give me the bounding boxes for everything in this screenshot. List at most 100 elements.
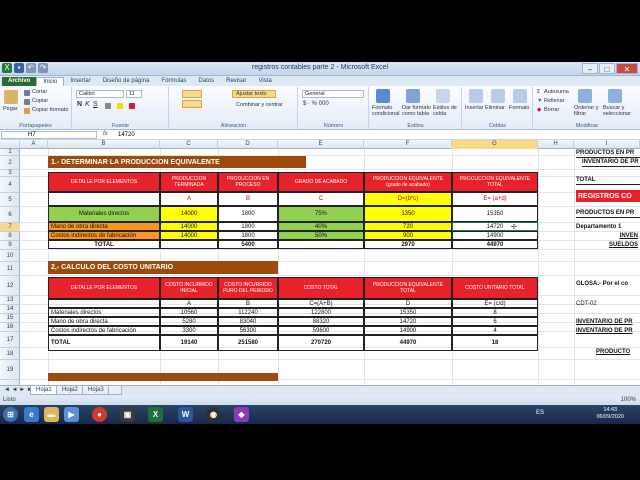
tab-view[interactable]: Vista bbox=[252, 77, 277, 86]
t2-total-initial[interactable]: 19140 bbox=[160, 335, 218, 351]
align-center-icon[interactable] bbox=[182, 100, 202, 108]
chrome-icon[interactable]: ● bbox=[92, 407, 107, 422]
t1-total-total[interactable]: 44970 bbox=[452, 240, 538, 249]
t1-row1-equivalent[interactable]: 1350 bbox=[364, 206, 452, 222]
autosum-icon[interactable]: Σ bbox=[537, 89, 540, 95]
t2-header-period-cost[interactable]: COSTO INCURRIDO PURO DEL PERIODO bbox=[218, 277, 278, 299]
app-icon[interactable]: ▣ bbox=[120, 407, 135, 422]
t2-header-unit-cost[interactable]: COSTO UNITARIO TOTAL bbox=[452, 277, 538, 299]
t1-letter-blank[interactable] bbox=[48, 192, 160, 206]
font-name-select[interactable]: Calibri bbox=[76, 90, 124, 98]
t2-row1-unit[interactable]: 8 bbox=[452, 308, 538, 317]
paste-icon[interactable] bbox=[4, 90, 18, 104]
bold-icon[interactable]: N bbox=[77, 101, 82, 108]
right-inventory-3[interactable]: INVENTARIO DE PR bbox=[576, 317, 640, 326]
insert-cells-button[interactable]: Insertar bbox=[465, 105, 484, 111]
t2-header-equivalent[interactable]: PRODUCCION EQUIVALENTE TOTAL bbox=[364, 277, 452, 299]
t2-row1-detail[interactable]: Materiales directos bbox=[48, 308, 160, 317]
tab-data[interactable]: Datos bbox=[192, 77, 220, 86]
format-table-button[interactable]: Dar formato como tabla bbox=[402, 105, 432, 117]
cell-styles-button[interactable]: Estilos de celda bbox=[433, 105, 461, 117]
delete-cells-icon[interactable] bbox=[491, 89, 505, 103]
t1-letter-e[interactable]: E= (a+d) bbox=[452, 192, 538, 206]
maximize-icon[interactable]: □ bbox=[599, 63, 615, 74]
row-header[interactable]: 1 bbox=[0, 149, 20, 156]
t2-letter-b[interactable]: B bbox=[218, 299, 278, 308]
tab-page-layout[interactable]: Diseño de página bbox=[97, 77, 156, 86]
obs-icon[interactable]: ◉ bbox=[206, 407, 221, 422]
conditional-format-button[interactable]: Formato condicional bbox=[372, 105, 402, 117]
t2-letter-blank[interactable] bbox=[48, 299, 160, 308]
formula-input[interactable]: 14720 bbox=[118, 131, 135, 139]
t2-total-label[interactable]: TOTAL bbox=[48, 335, 160, 351]
row-header[interactable]: 15 bbox=[0, 314, 20, 323]
number-format-select[interactable]: General bbox=[302, 90, 364, 98]
row-header[interactable]: 14 bbox=[0, 305, 20, 314]
t2-total-unit[interactable]: 18 bbox=[452, 335, 538, 351]
t1-letter-d[interactable]: D=(b*c) bbox=[364, 192, 452, 206]
new-sheet-icon[interactable] bbox=[108, 386, 122, 395]
column-header-a[interactable]: A bbox=[20, 140, 48, 149]
t2-letter-a[interactable]: A bbox=[160, 299, 218, 308]
column-header-h[interactable]: H bbox=[538, 140, 574, 149]
purple-app-icon[interactable]: ◆ bbox=[234, 407, 249, 422]
folder-icon[interactable]: ▬ bbox=[44, 407, 59, 422]
column-header-d[interactable]: D bbox=[218, 140, 278, 149]
right-total[interactable]: TOTAL bbox=[576, 176, 640, 185]
autosum-button[interactable]: Autosuma bbox=[544, 89, 569, 95]
row-header[interactable]: 3 bbox=[0, 170, 20, 177]
t2-header-initial-cost[interactable]: COSTO INCURRIDO INICIAL bbox=[160, 277, 218, 299]
t2-row3-detail[interactable]: Costos indirectos de fabricación bbox=[48, 326, 160, 335]
t1-header-terminated[interactable]: PRODUCCION TERMINADA bbox=[160, 172, 218, 192]
clear-icon[interactable]: ◆ bbox=[537, 107, 541, 113]
t1-row1-grade[interactable]: 75% bbox=[278, 206, 364, 222]
cut-icon[interactable] bbox=[24, 90, 30, 96]
name-box[interactable]: H7 bbox=[1, 131, 97, 139]
t1-row2-detail[interactable]: Mano de obra directa bbox=[48, 222, 160, 231]
t1-letter-a[interactable]: A bbox=[160, 192, 218, 206]
font-color-icon[interactable] bbox=[129, 103, 135, 109]
border-icon[interactable] bbox=[105, 103, 111, 109]
t1-row1-detail[interactable]: Materiales directos bbox=[48, 206, 160, 222]
t2-row3-unit[interactable]: 4 bbox=[452, 326, 538, 335]
t2-row2-total[interactable]: 88320 bbox=[278, 317, 364, 326]
sheet-nav-icon[interactable]: ◄ ◄ ► ► bbox=[4, 387, 33, 393]
fill-color-icon[interactable] bbox=[117, 103, 123, 109]
t1-letter-b[interactable]: B bbox=[218, 192, 278, 206]
t2-row2-equivalent[interactable]: 14720 bbox=[364, 317, 452, 326]
word-icon[interactable]: W bbox=[178, 407, 193, 422]
t2-row1-equivalent[interactable]: 15350 bbox=[364, 308, 452, 317]
t2-row3-period[interactable]: 56300 bbox=[218, 326, 278, 335]
row-header[interactable]: 5 bbox=[0, 193, 20, 207]
t2-row3-total[interactable]: 59600 bbox=[278, 326, 364, 335]
ie-icon[interactable]: e bbox=[24, 407, 39, 422]
copy-button[interactable]: Copiar bbox=[32, 98, 48, 104]
right-glosa[interactable]: GLOSA.- Por el co bbox=[576, 279, 640, 288]
row-header[interactable]: 18 bbox=[0, 348, 20, 360]
t1-row3-total[interactable]: 14900 bbox=[452, 231, 538, 240]
start-icon[interactable]: ⊞ bbox=[3, 407, 18, 422]
row-header[interactable]: 4 bbox=[0, 177, 20, 193]
right-inventory-1[interactable]: INVENTARIO DE PR bbox=[582, 158, 640, 167]
t2-letter-e[interactable]: E= (c/d) bbox=[452, 299, 538, 308]
t1-header-equivalent[interactable]: PRODUCCION EQUIVALENTE (grado de acabado… bbox=[364, 172, 452, 192]
t1-header-finish-grade[interactable]: GRADO DE ACABADO bbox=[278, 172, 364, 192]
align-top-icon[interactable] bbox=[182, 90, 202, 98]
section2-title[interactable]: 2,- CALCULO DEL COSTO UNITARIO bbox=[48, 261, 278, 274]
right-registros[interactable]: REGISTROS CO bbox=[576, 190, 640, 202]
right-inventory-4[interactable]: INVENTARIO DE PR bbox=[576, 326, 640, 335]
media-icon[interactable]: ▶ bbox=[64, 407, 79, 422]
t1-row3-process[interactable]: 1800 bbox=[218, 231, 278, 240]
row-header[interactable]: 11 bbox=[0, 262, 20, 276]
find-select-icon[interactable] bbox=[608, 89, 622, 103]
language-indicator[interactable]: ES bbox=[536, 410, 544, 416]
underline-icon[interactable]: S bbox=[93, 101, 98, 108]
t1-total-equivalent[interactable]: 2970 bbox=[364, 240, 452, 249]
t1-row2-process[interactable]: 1800 bbox=[218, 222, 278, 231]
close-icon[interactable]: ✕ bbox=[616, 63, 638, 74]
fx-icon[interactable]: fx bbox=[103, 131, 108, 137]
t1-row1-terminated[interactable]: 14000 bbox=[160, 206, 218, 222]
t2-row2-unit[interactable]: 6 bbox=[452, 317, 538, 326]
fill-icon[interactable]: ▼ bbox=[537, 98, 542, 104]
t2-letter-d[interactable]: D bbox=[364, 299, 452, 308]
